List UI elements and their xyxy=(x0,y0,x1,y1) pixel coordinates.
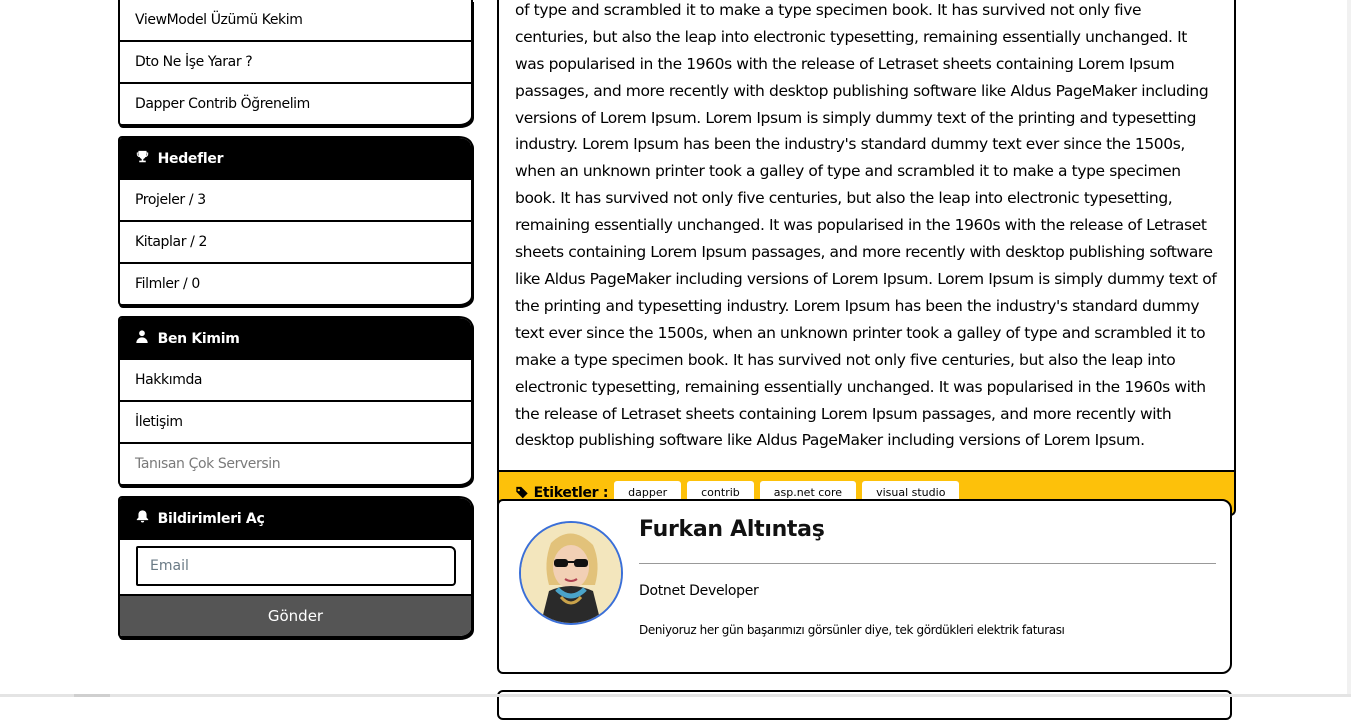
recent-posts-panel: ViewModel Üzümü Kekim Dto Ne İşe Yarar ?… xyxy=(118,0,473,126)
goal-item-projects[interactable]: Projeler / 3 xyxy=(120,180,471,222)
email-field[interactable] xyxy=(136,546,456,586)
about-panel: Ben Kimim Hakkımda İletişim Tanısan Çok … xyxy=(118,316,473,486)
trophy-icon xyxy=(135,138,149,180)
about-item-about-me[interactable]: Hakkımda xyxy=(120,360,471,402)
recent-post-item[interactable]: Dto Ne İşe Yarar ? xyxy=(120,42,471,84)
article-body: industry's standard dummy text ever sinc… xyxy=(515,0,1217,450)
about-item-contact[interactable]: İletişim xyxy=(120,402,471,444)
recent-post-item[interactable]: Dapper Contrib Öğrenelim xyxy=(120,84,471,124)
article-card: industry's standard dummy text ever sinc… xyxy=(497,0,1236,517)
notifications-header: Bildirimleri Aç xyxy=(120,498,471,540)
goal-item-movies[interactable]: Filmler / 0 xyxy=(120,264,471,304)
notifications-panel: Bildirimleri Aç Gönder xyxy=(118,496,473,638)
submit-button[interactable]: Gönder xyxy=(120,594,471,636)
goal-item-books[interactable]: Kitaplar / 2 xyxy=(120,222,471,264)
author-role: Dotnet Developer xyxy=(639,583,759,599)
user-icon xyxy=(135,318,149,360)
author-card: Furkan Altıntaş Dotnet Developer Deniyor… xyxy=(497,499,1232,674)
notifications-title: Bildirimleri Aç xyxy=(157,511,265,527)
tag-icon xyxy=(516,487,528,499)
author-bio: Deniyoruz her gün başarımızı görsünler d… xyxy=(639,623,1065,637)
author-name: Furkan Altıntaş xyxy=(639,517,825,542)
about-header: Ben Kimim xyxy=(120,318,471,360)
goals-header: Hedefler xyxy=(120,138,471,180)
goals-panel: Hedefler Projeler / 3 Kitaplar / 2 Filml… xyxy=(118,136,473,306)
avatar xyxy=(519,521,623,625)
about-item-motto: Tanısan Çok Serversin xyxy=(135,456,281,472)
goals-title: Hedefler xyxy=(157,151,224,167)
notifications-form xyxy=(120,540,471,594)
vertical-scrollbar[interactable] xyxy=(1347,0,1351,697)
bell-icon xyxy=(135,498,149,540)
author-divider xyxy=(639,563,1216,564)
sidebar: ViewModel Üzümü Kekim Dto Ne İşe Yarar ?… xyxy=(118,0,473,648)
about-title: Ben Kimim xyxy=(157,331,240,347)
recent-post-item[interactable]: ViewModel Üzümü Kekim xyxy=(120,0,471,42)
